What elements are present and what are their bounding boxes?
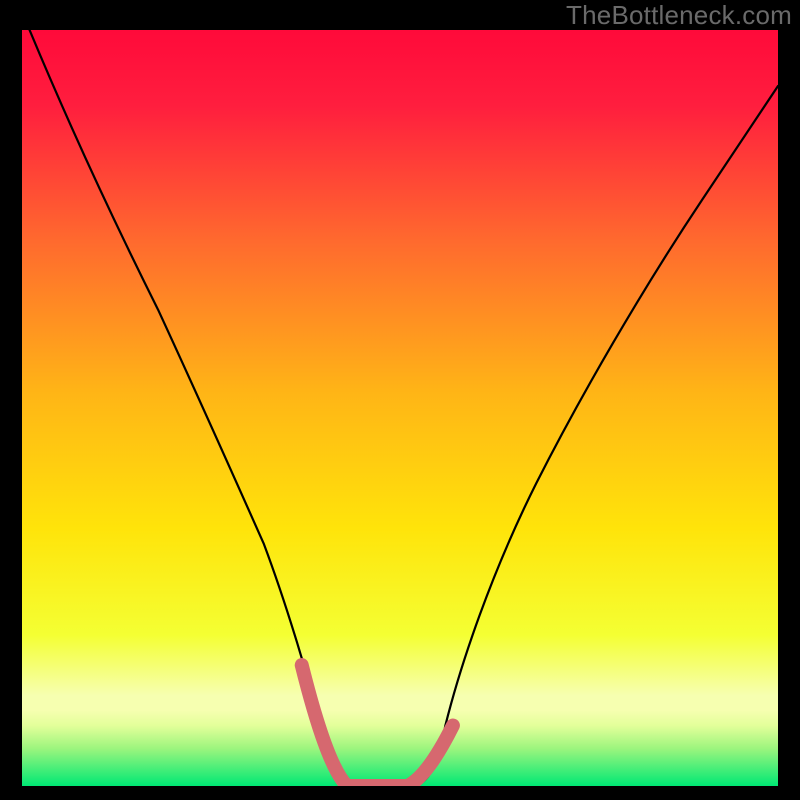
watermark-text: TheBottleneck.com: [566, 0, 792, 31]
gradient-background: [22, 30, 778, 786]
bottleneck-plot: [22, 30, 778, 786]
chart-frame: TheBottleneck.com: [0, 0, 800, 800]
